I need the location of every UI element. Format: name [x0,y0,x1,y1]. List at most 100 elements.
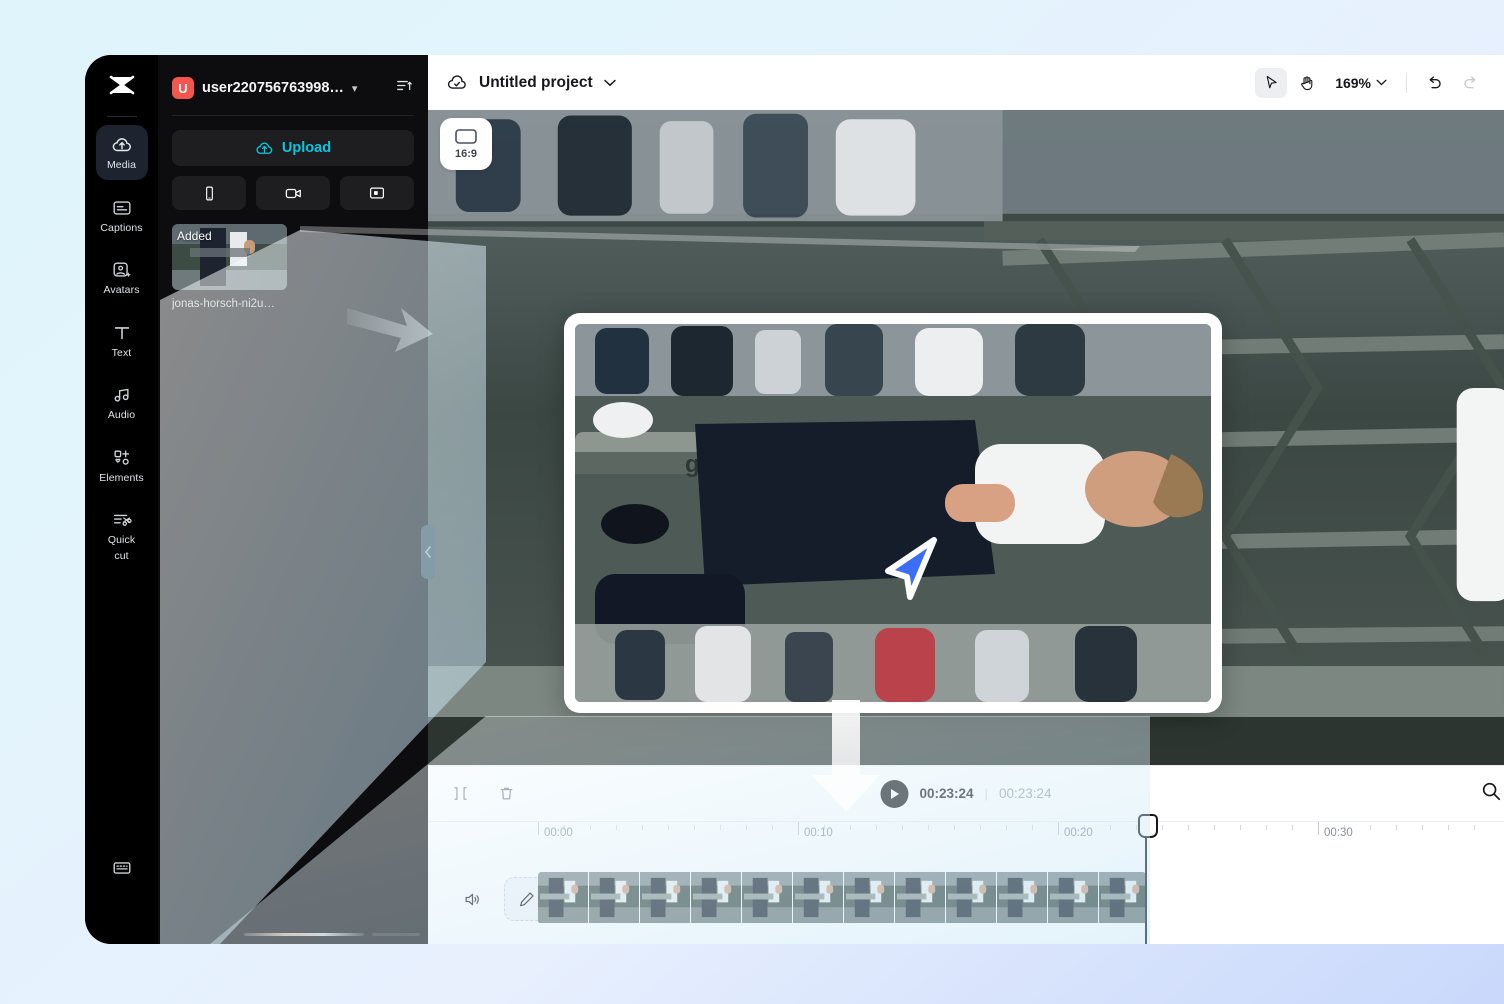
timeline-tracks [428,847,1504,944]
preview-canvas[interactable]: 16:9 [428,110,1504,765]
clip-frame [742,872,793,924]
select-tool-button[interactable] [1255,68,1287,98]
trash-icon [498,785,515,802]
panel-divider [172,115,414,116]
clip-frame [793,872,844,924]
timeline-toolbar: 00:23:24 | 00:23:24 [428,766,1504,821]
cloud-upload-icon [111,134,133,156]
clip-frame [997,872,1048,924]
editor-area: Untitled project 169% [428,55,1504,944]
zoom-magnifier-icon [1480,780,1502,802]
ruler-label: 00:00 [544,827,573,839]
clip-frame [1048,872,1099,924]
media-grid: Added jonas-horsch-ni2u… [172,224,414,310]
play-button[interactable] [881,780,909,808]
speaker-icon [463,890,482,909]
sidebar-item-captions[interactable]: Captions [96,188,148,243]
magnifier-content: graffiti [575,324,1211,702]
hand-icon [1298,74,1316,92]
sidebar-item-label-2: cut [114,551,128,563]
quick-cut-icon [111,509,133,531]
aspect-ratio-label: 16:9 [455,148,477,160]
clip-frame [844,872,895,924]
aspect-ratio-button[interactable]: 16:9 [440,118,492,170]
sidebar-item-label: Captions [100,223,142,235]
cloud-saved-icon [446,72,468,94]
from-phone-button[interactable] [172,176,246,210]
media-badge: Added [172,228,217,244]
screen-icon [368,184,386,202]
project-menu[interactable]: Untitled project [446,72,616,94]
chevron-down-icon [1376,79,1387,86]
record-screen-button[interactable] [340,176,414,210]
captions-icon [111,197,133,219]
ruler-label: 00:10 [804,827,833,839]
timeline-clip[interactable] [538,872,1146,924]
text-t-icon [111,322,133,344]
clip-frame [691,872,742,924]
zoom-level-value: 169% [1335,75,1371,91]
app-window: Media Captions Avatars Text [85,55,1504,944]
undo-icon [1425,73,1444,92]
sidebar-item-text[interactable]: Text [96,313,148,368]
camera-icon [284,184,303,203]
timeline-zoom-button[interactable] [1480,780,1502,807]
magnifier-popup[interactable]: graffiti [564,313,1222,713]
toolbar-divider [1406,73,1407,93]
playhead[interactable] [1145,815,1147,944]
chevron-down-icon[interactable]: ▾ [352,82,358,95]
sidebar-item-media[interactable]: Media [96,125,148,180]
current-time: 00:23:24 [920,786,974,801]
cursor-arrow-icon [1263,74,1280,91]
music-note-icon [111,384,133,406]
clip-frame [1099,872,1146,924]
sidebar-item-elements[interactable]: Elements [96,438,148,493]
elements-plus-icon [111,447,133,469]
media-item[interactable]: Added jonas-horsch-ni2u… [172,224,287,310]
play-icon [889,788,900,800]
clip-frame [895,872,946,924]
panel-collapse-handle[interactable] [421,525,435,579]
avatar[interactable]: U [172,77,194,99]
sort-ascending-icon[interactable] [395,76,414,100]
clip-frame [538,872,589,924]
track-volume-button[interactable] [458,885,486,913]
zoom-level-control[interactable]: 169% [1335,75,1387,91]
sidebar-item-quick-cut[interactable]: Quick cut [96,500,148,570]
pencil-edit-icon [517,890,536,909]
ruler-label: 00:20 [1064,827,1093,839]
keyboard-shortcuts-button[interactable] [111,857,133,884]
sidebar-item-label: Avatars [103,285,139,297]
timeline-ruler[interactable]: 00:00 00:10 00:20 00:30 [428,821,1504,847]
redo-button[interactable] [1454,68,1486,98]
undo-button[interactable] [1418,68,1450,98]
record-camera-button[interactable] [256,176,330,210]
timeline: 00:23:24 | 00:23:24 [428,765,1504,944]
upload-label: Upload [282,140,331,156]
left-rail: Media Captions Avatars Text [85,55,158,944]
split-clip-icon [452,785,469,802]
track-header [428,877,548,921]
sidebar-item-label: Elements [99,473,144,485]
upload-button[interactable]: Upload [172,130,414,166]
sidebar-item-label: Quick [108,535,135,547]
chevron-down-icon[interactable] [604,79,616,87]
account-row[interactable]: U user220756763998… ▾ [158,55,428,103]
keyboard-shortcuts-icon [111,857,133,879]
sidebar-item-audio[interactable]: Audio [96,375,148,430]
split-clip-button[interactable] [446,780,474,808]
quick-add-row [172,176,414,210]
avatar-sparkle-icon [111,259,133,281]
delete-clip-button[interactable] [492,780,520,808]
magnified-image: graffiti [575,324,1211,702]
sidebar-item-label: Media [107,160,136,172]
clip-frame [946,872,997,924]
time-separator: | [985,786,988,801]
capcut-logo-icon[interactable] [107,73,137,104]
hand-tool-button[interactable] [1291,68,1323,98]
toolbar-right-group: 169% [1255,68,1486,98]
sidebar-item-avatars[interactable]: Avatars [96,250,148,305]
media-thumbnail[interactable]: Added [172,224,287,290]
aspect-rect-icon [454,128,478,145]
redo-icon [1461,73,1480,92]
